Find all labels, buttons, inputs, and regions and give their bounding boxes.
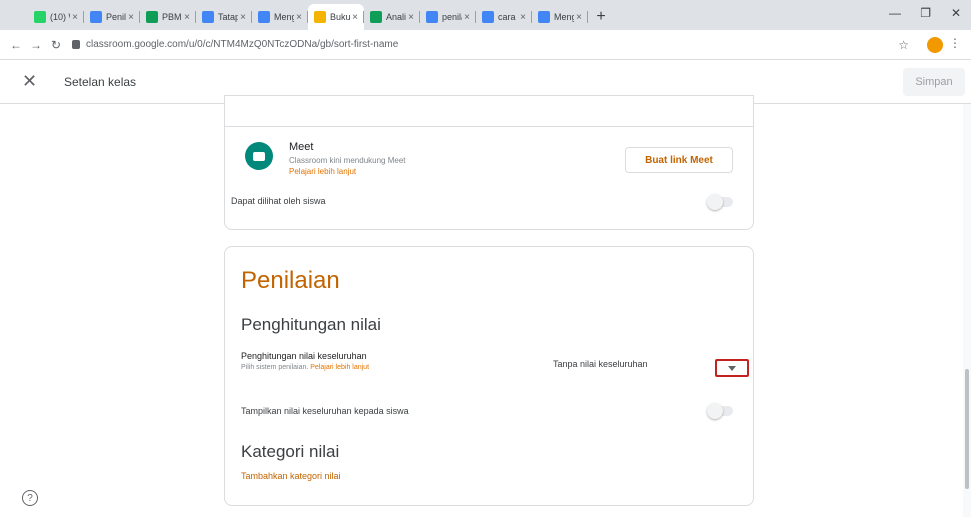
overall-grade-hint: Pilih sistem penilaian. Pelajari lebih l…	[241, 364, 369, 371]
overall-grade-learn-more-link[interactable]: Pelajari lebih lanjut	[310, 364, 369, 371]
reload-icon[interactable]: ↻	[46, 38, 66, 52]
tab-favicon-icon	[314, 11, 326, 23]
tab-favicon-icon	[34, 11, 46, 23]
tab-close-icon[interactable]: ×	[128, 12, 134, 23]
meet-visibility-label: Dapat dilihat oleh siswa	[231, 196, 326, 206]
tab-favicon-icon	[90, 11, 102, 23]
tab-label: penilai	[442, 12, 462, 22]
page-title: Setelan kelas	[64, 75, 137, 89]
new-tab-button[interactable]: +	[588, 4, 614, 30]
tab-list: (10) W×Penilai×PBM×Tatapu×Mengu×Buku×Ana…	[28, 4, 588, 30]
tab-favicon-icon	[202, 11, 214, 23]
browser-tab[interactable]: (10) W×	[28, 4, 84, 30]
overall-grade-value[interactable]: Tanpa nilai keseluruhan	[553, 359, 648, 369]
browser-tab[interactable]: Mengu×	[532, 4, 588, 30]
tab-label: (10) W	[50, 12, 70, 22]
chevron-down-icon	[728, 365, 736, 371]
tab-close-icon[interactable]: ×	[184, 12, 190, 23]
browser-menu-icon[interactable]: ⋮	[949, 36, 961, 50]
tab-close-icon[interactable]: ×	[576, 12, 582, 23]
overall-grade-label: Penghitungan nilai keseluruhan	[241, 351, 367, 361]
tab-close-icon[interactable]: ×	[520, 12, 526, 23]
tab-label: Buku	[330, 12, 351, 22]
browser-tab[interactable]: Tatapu×	[196, 4, 252, 30]
grade-calculation-heading: Penghitungan nilai	[241, 315, 381, 334]
scrollbar[interactable]	[963, 104, 971, 517]
lock-icon	[72, 40, 80, 49]
add-grade-category-button[interactable]: Tambahkan kategori nilai	[241, 471, 341, 481]
browser-tab[interactable]: Buku ×	[308, 4, 364, 30]
url-text: classroom.google.com/u/0/c/NTM4MzQ0NTczO…	[86, 39, 399, 50]
browser-tab[interactable]: Mengu×	[252, 4, 308, 30]
save-button[interactable]: Simpan	[903, 68, 965, 96]
general-card: Meet Classroom kini mendukung Meet Pelaj…	[224, 95, 754, 230]
restore-icon[interactable]: ❐	[920, 6, 931, 20]
tab-close-icon[interactable]: ×	[464, 12, 470, 23]
overall-grade-hint-text: Pilih sistem penilaian.	[241, 364, 309, 371]
tab-close-icon[interactable]: ×	[408, 12, 414, 23]
address-bar: ← → ↻ classroom.google.com/u/0/c/NTM4MzQ…	[0, 30, 971, 60]
divider	[225, 126, 753, 127]
meet-description: Classroom kini mendukung Meet	[289, 156, 406, 165]
tab-favicon-icon	[258, 11, 270, 23]
close-icon[interactable]: ✕	[22, 72, 37, 90]
browser-tab[interactable]: Analis×	[364, 4, 420, 30]
minimize-icon[interactable]: —	[889, 6, 901, 20]
meet-visibility-toggle[interactable]	[707, 194, 733, 210]
tab-strip: (10) W×Penilai×PBM×Tatapu×Mengu×Buku×Ana…	[0, 0, 971, 30]
help-icon[interactable]: ?	[22, 490, 38, 506]
grade-categories-heading: Kategori nilai	[241, 442, 340, 461]
browser-tab[interactable]: Penilai×	[84, 4, 140, 30]
meet-title: Meet	[289, 141, 314, 153]
tab-favicon-icon	[482, 11, 494, 23]
show-overall-grade-label: Tampilkan nilai keseluruhan kepada siswa	[241, 406, 409, 416]
profile-avatar[interactable]	[927, 37, 943, 53]
grading-card: Penilaian Penghitungan nilai Penghitunga…	[224, 246, 754, 506]
tab-close-icon[interactable]: ×	[296, 12, 302, 23]
scrollbar-thumb[interactable]	[965, 369, 969, 489]
tab-favicon-icon	[538, 11, 550, 23]
window-close-icon[interactable]: ✕	[951, 6, 961, 20]
tab-label: Analis	[386, 12, 407, 22]
forward-icon[interactable]: →	[26, 38, 46, 52]
browser-tab[interactable]: cara m×	[476, 4, 532, 30]
bookmark-star-icon[interactable]: ☆	[898, 38, 909, 52]
tab-label: Mengu	[274, 12, 295, 22]
browser-tab[interactable]: PBM ×	[140, 4, 196, 30]
tab-favicon-icon	[370, 11, 382, 23]
tab-close-icon[interactable]: ×	[240, 12, 246, 23]
tab-favicon-icon	[426, 11, 438, 23]
grading-heading: Penilaian	[241, 267, 340, 294]
tab-label: PBM	[162, 12, 182, 22]
tab-close-icon[interactable]: ×	[352, 12, 358, 23]
meet-learn-more-link[interactable]: Pelajari lebih lanjut	[289, 167, 356, 176]
url-field[interactable]: classroom.google.com/u/0/c/NTM4MzQ0NTczO…	[72, 34, 872, 56]
meet-icon	[245, 142, 273, 170]
tab-label: cara m	[498, 12, 518, 22]
tab-label: Tatapu	[218, 12, 239, 22]
tab-label: Penilai	[106, 12, 127, 22]
tab-favicon-icon	[146, 11, 158, 23]
show-overall-grade-toggle[interactable]	[707, 403, 733, 419]
browser-tab[interactable]: penilai×	[420, 4, 476, 30]
back-icon[interactable]: ←	[6, 38, 26, 52]
overall-grade-dropdown[interactable]	[715, 359, 749, 377]
create-meet-link-button[interactable]: Buat link Meet	[625, 147, 733, 173]
tab-close-icon[interactable]: ×	[72, 12, 78, 23]
tab-label: Mengu	[554, 12, 575, 22]
